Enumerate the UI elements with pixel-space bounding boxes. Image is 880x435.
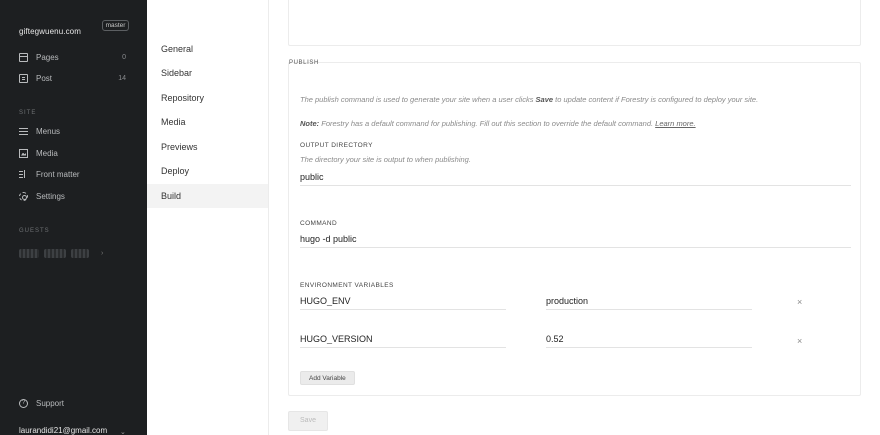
env-variables-label: ENVIRONMENT VARIABLES [300, 282, 394, 289]
learn-more-link[interactable]: Learn more. [655, 119, 695, 128]
front-matter-icon [19, 169, 28, 179]
tab-deploy[interactable]: Deploy [147, 159, 268, 183]
publish-section-title: PUBLISH [289, 60, 319, 66]
remove-variable-button[interactable]: × [797, 336, 802, 346]
publish-description-text: The publish command is used to generate … [300, 95, 536, 104]
guests-section-label: GUESTS [19, 228, 50, 234]
env-value-input[interactable] [546, 293, 752, 310]
site-name[interactable]: giftegwuenu.com [19, 27, 81, 36]
note-text: Forestry has a default command for publi… [319, 119, 656, 128]
support-label: Support [36, 399, 65, 408]
sidebar-item-settings[interactable]: Settings [19, 189, 129, 203]
branch-badge[interactable]: master [102, 20, 129, 31]
tab-build[interactable]: Build [147, 184, 268, 208]
sidebar-item-media[interactable]: Media [19, 146, 129, 160]
sidebar-item-label: Menus [36, 126, 61, 136]
tab-previews[interactable]: Previews [147, 135, 268, 159]
menu-icon [19, 127, 28, 136]
output-directory-hint: The directory your site is output to whe… [300, 155, 471, 164]
publish-card: The publish command is used to generate … [288, 62, 861, 396]
save-button[interactable]: Save [288, 411, 328, 431]
image-icon [19, 148, 28, 158]
env-key-input[interactable] [300, 293, 506, 310]
publish-description-text: to update content if Forestry is configu… [553, 95, 759, 104]
guest-avatar [19, 249, 39, 258]
sidebar-item-pages[interactable]: Pages 0 [19, 50, 129, 64]
chevron-down-icon[interactable]: ⌄ [120, 428, 126, 435]
site-section-label: SITE [19, 110, 37, 116]
sidebar-item-label: Media [36, 148, 58, 158]
guest-avatars[interactable] [19, 249, 89, 258]
env-value-input[interactable] [546, 331, 752, 348]
env-key-input[interactable] [300, 331, 506, 348]
document-icon [19, 73, 28, 83]
sidebar-item-post[interactable]: Post 14 [19, 71, 129, 85]
previous-section-card [288, 0, 861, 46]
tab-media[interactable]: Media [147, 110, 268, 134]
save-keyword: Save [535, 95, 554, 104]
sidebar-item-front-matter[interactable]: Front matter [19, 167, 129, 181]
tab-repository[interactable]: Repository [147, 86, 268, 110]
publish-description: The publish command is used to generate … [300, 95, 758, 104]
guest-avatar [71, 249, 89, 258]
guest-avatar [44, 249, 66, 258]
folder-icon [19, 52, 28, 62]
sidebar-item-menus[interactable]: Menus [19, 124, 129, 138]
command-input[interactable] [300, 231, 851, 248]
build-settings: The publish command is used to generate … [269, 0, 880, 435]
publish-note: Note: Forestry has a default command for… [300, 119, 696, 128]
sidebar-item-count: 14 [118, 74, 126, 82]
command-label: COMMAND [300, 220, 338, 227]
tab-general[interactable]: General [147, 37, 268, 61]
output-directory-label: OUTPUT DIRECTORY [300, 142, 373, 149]
chevron-right-icon[interactable]: › [101, 250, 103, 257]
gear-icon [19, 191, 28, 201]
add-variable-button[interactable]: Add Variable [300, 371, 355, 385]
sidebar-item-count: 0 [122, 53, 126, 61]
remove-variable-button[interactable]: × [797, 297, 802, 307]
output-directory-input[interactable] [300, 169, 851, 186]
sidebar-item-label: Pages [36, 52, 59, 62]
tab-sidebar[interactable]: Sidebar [147, 61, 268, 85]
sidebar-item-label: Front matter [36, 169, 80, 179]
help-icon: ? [19, 399, 28, 408]
note-label: Note: [300, 119, 320, 128]
support-link[interactable]: ? Support [19, 399, 64, 408]
sidebar-item-label: Settings [36, 191, 65, 201]
settings-nav: General Sidebar Repository Media Preview… [147, 0, 269, 435]
sidebar-item-label: Post [36, 73, 53, 83]
site-header: giftegwuenu.com master [19, 20, 131, 36]
user-email[interactable]: laurandidi21@gmail.com [19, 426, 107, 435]
app-sidebar: giftegwuenu.com master Pages 0 Post 14 S… [0, 0, 147, 435]
